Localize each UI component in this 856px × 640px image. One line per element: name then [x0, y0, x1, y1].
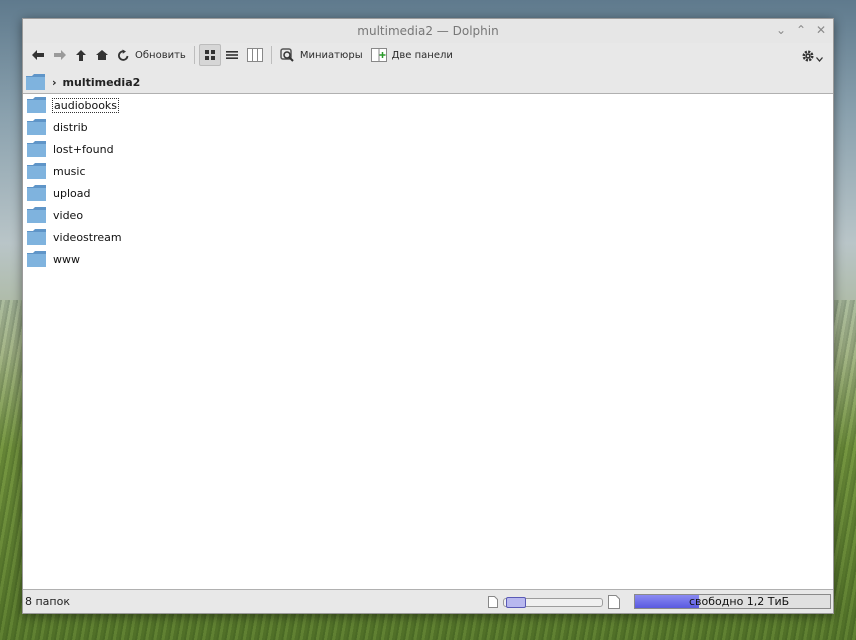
- preview-magnifier-icon: [280, 48, 294, 62]
- folder-icon: [27, 185, 46, 201]
- up-button[interactable]: [71, 44, 91, 66]
- split-view-button[interactable]: Две панели: [367, 44, 457, 66]
- zoom-out-icon[interactable]: [488, 596, 498, 608]
- zoom-slider[interactable]: [503, 596, 603, 608]
- folder-icon: [27, 119, 46, 135]
- list-item[interactable]: distrib: [26, 116, 89, 138]
- list-item[interactable]: music: [26, 160, 87, 182]
- folder-icon: [27, 97, 46, 113]
- file-name: audiobooks: [52, 97, 120, 113]
- columns-view-button[interactable]: [243, 44, 267, 66]
- split-view-label: Две панели: [391, 49, 453, 61]
- window-title: multimedia2 — Dolphin: [357, 24, 499, 38]
- forward-button[interactable]: [49, 44, 71, 66]
- main-toolbar: Обновить Миниатюры Две панели: [23, 43, 833, 67]
- icons-view-button[interactable]: [198, 44, 221, 66]
- status-bar: 8 папок свободно 1,2 ТиБ: [23, 590, 833, 613]
- back-button[interactable]: [27, 44, 49, 66]
- folder-icon[interactable]: [25, 73, 46, 91]
- close-button[interactable]: ✕: [815, 23, 827, 37]
- file-name: www: [53, 252, 80, 266]
- breadcrumb-folder[interactable]: multimedia2: [63, 76, 141, 89]
- refresh-icon: [118, 49, 129, 61]
- folder-icon: [27, 229, 46, 245]
- columns-view-icon: [246, 48, 263, 62]
- grid-view-icon: [204, 50, 215, 60]
- breadcrumb-separator[interactable]: ›: [52, 76, 57, 89]
- file-name: lost+found: [53, 142, 114, 156]
- list-item[interactable]: video: [26, 204, 84, 226]
- folder-icon: [27, 251, 46, 267]
- list-item[interactable]: audiobooks: [26, 94, 120, 116]
- split-panel-icon: [370, 48, 387, 62]
- previews-button[interactable]: Миниатюры: [276, 44, 367, 66]
- location-bar: › multimedia2: [23, 69, 833, 96]
- file-name: videostream: [53, 230, 122, 244]
- item-count-text: 8 папок: [25, 595, 70, 608]
- refresh-label: Обновить: [135, 49, 186, 61]
- toolbar-separator: [270, 46, 272, 64]
- file-view[interactable]: audiobooks distrib lost+found music uplo…: [23, 93, 833, 590]
- minimize-button[interactable]: ⌄: [775, 23, 787, 37]
- zoom-control: [488, 595, 620, 609]
- folder-icon: [27, 141, 46, 157]
- dolphin-window: multimedia2 — Dolphin ⌄ ⌃ ✕ Обновить Мин…: [22, 18, 834, 614]
- zoom-slider-handle[interactable]: [506, 596, 526, 608]
- file-name: upload: [53, 186, 91, 200]
- titlebar[interactable]: multimedia2 — Dolphin ⌄ ⌃ ✕: [23, 19, 833, 43]
- list-item[interactable]: lost+found: [26, 138, 115, 160]
- maximize-button[interactable]: ⌃: [795, 23, 807, 37]
- list-item[interactable]: videostream: [26, 226, 123, 248]
- file-name: distrib: [53, 120, 88, 134]
- refresh-button[interactable]: Обновить: [113, 44, 190, 66]
- details-view-button[interactable]: [221, 44, 243, 66]
- free-space-indicator: свободно 1,2 ТиБ: [634, 594, 831, 609]
- home-icon: [96, 50, 108, 60]
- home-button[interactable]: [91, 44, 113, 66]
- gear-icon: [802, 50, 814, 62]
- toolbar-separator: [193, 46, 195, 64]
- settings-menu-button[interactable]: [797, 45, 827, 67]
- zoom-in-icon[interactable]: [608, 595, 620, 609]
- list-item[interactable]: www: [26, 248, 81, 270]
- list-item[interactable]: upload: [26, 182, 91, 204]
- folder-icon: [27, 163, 46, 179]
- file-name: music: [53, 164, 86, 178]
- arrow-up-icon: [76, 49, 86, 61]
- free-space-text: свободно 1,2 ТиБ: [689, 595, 790, 608]
- chevron-down-icon: [816, 56, 823, 62]
- previews-label: Миниатюры: [299, 49, 363, 61]
- folder-icon: [27, 207, 46, 223]
- file-name: video: [53, 208, 84, 222]
- arrow-right-icon: [54, 50, 66, 60]
- arrow-left-icon: [32, 50, 44, 60]
- list-view-icon: [225, 51, 238, 59]
